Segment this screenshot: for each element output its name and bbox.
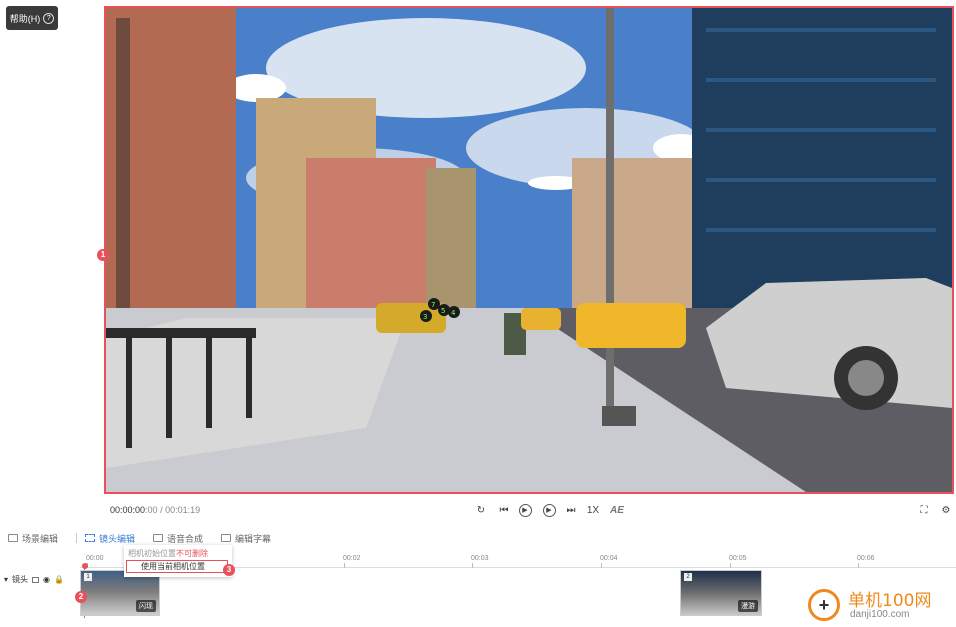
tick-label: 00:05: [729, 555, 747, 562]
current-frames: :00: [145, 505, 158, 515]
tab-subtitle[interactable]: 编辑字幕: [221, 532, 271, 545]
tick-label: 00:02: [343, 555, 361, 562]
scene-edit-icon: [8, 534, 18, 542]
marker-3: 3: [223, 564, 235, 576]
tick: [601, 563, 602, 568]
watermark-url: danji100.com: [850, 609, 910, 620]
menu-initial-position: 相机初始位置不可删除: [128, 548, 208, 559]
watermark: + 单机100网 danji100.com: [808, 586, 954, 624]
clip-tag: 漫游: [738, 600, 758, 612]
camera-track-header: ▾ 镜头 ◉ 🔒: [4, 574, 64, 585]
menu-use-current-position[interactable]: 使用当前相机位置: [126, 560, 228, 573]
menu-item-warning: 不可删除: [176, 549, 208, 558]
clip-number: 2: [684, 573, 692, 581]
tab-voice-synthesis[interactable]: 语音合成: [153, 532, 203, 545]
step-forward-icon[interactable]: ⏭: [565, 502, 577, 518]
scene-label-5: 5: [441, 307, 445, 315]
tick-label: 00:06: [857, 555, 875, 562]
tick-label: 00:00: [86, 555, 104, 562]
fullscreen-icon[interactable]: ⛶: [918, 502, 930, 518]
camera-context-menu: 相机初始位置不可删除 使用当前相机位置: [124, 545, 232, 577]
play-with-camera-button[interactable]: ▶: [541, 502, 557, 518]
step-back-icon[interactable]: ⏮: [498, 502, 510, 518]
editor-tabs: 场景编辑 镜头编辑 语音合成 编辑字幕: [8, 531, 289, 545]
tab-scene-edit-label: 场景编辑: [22, 533, 59, 544]
tick: [858, 563, 859, 568]
speed-button[interactable]: 1X: [585, 502, 601, 518]
marker-1: 1: [97, 249, 109, 261]
settings-icon[interactable]: ⚙: [940, 502, 952, 518]
scene-viewport[interactable]: 7 5 4 3: [104, 6, 954, 494]
tick: [472, 563, 473, 568]
camera-edit-icon: [85, 534, 96, 542]
tab-subtitle-label: 编辑字幕: [235, 533, 272, 544]
eye-icon[interactable]: ◉: [43, 575, 50, 584]
play-camera-icon: ▶: [542, 503, 556, 517]
lock-icon[interactable]: 🔒: [54, 575, 64, 584]
play-icon: ▶: [518, 503, 532, 517]
voice-synthesis-icon: [153, 534, 164, 542]
clip-tag: 闪现: [136, 600, 156, 612]
tab-camera-edit-label: 镜头编辑: [99, 533, 136, 544]
play-button[interactable]: ▶: [518, 502, 532, 518]
subtitle-icon: [221, 534, 232, 542]
watermark-logo-icon: +: [808, 589, 840, 621]
track-label: 镜头: [12, 575, 29, 584]
time-display: 00:00:00:00 / 00:01:19: [110, 505, 200, 515]
current-time: 00:00:00: [110, 505, 146, 515]
clip-2[interactable]: 2 漫游: [680, 570, 762, 616]
scene-label-4: 4: [451, 309, 456, 317]
scene-render: 7 5 4 3: [106, 8, 952, 492]
tick: [730, 563, 731, 568]
tick: [344, 563, 345, 568]
tab-voice-synthesis-label: 语音合成: [167, 533, 204, 544]
playhead-handle[interactable]: [82, 563, 88, 569]
menu-item-initial-label: 相机初始位置: [128, 549, 176, 558]
marker-2: 2: [75, 591, 87, 603]
tab-separator: [76, 533, 78, 543]
ae-button[interactable]: AE: [606, 502, 628, 518]
tick-label: 00:04: [600, 555, 618, 562]
clip-number: 1: [84, 573, 92, 581]
watermark-text: 单机100网: [848, 591, 932, 611]
tick-label: 00:03: [471, 555, 489, 562]
camera-icon[interactable]: [32, 576, 40, 583]
duration: / 00:01:19: [160, 505, 201, 515]
question-circle-icon: ?: [43, 12, 55, 24]
scene-label-7: 7: [431, 301, 435, 309]
scene-label-3: 3: [423, 313, 427, 321]
help-button[interactable]: 帮助(H) ?: [6, 6, 58, 30]
collapse-icon[interactable]: ▾: [4, 575, 8, 584]
tab-scene-edit[interactable]: 场景编辑: [8, 532, 58, 545]
loop-icon[interactable]: ↻: [474, 502, 488, 518]
help-label: 帮助(H): [9, 13, 41, 24]
tab-camera-edit[interactable]: 镜头编辑: [85, 532, 135, 545]
